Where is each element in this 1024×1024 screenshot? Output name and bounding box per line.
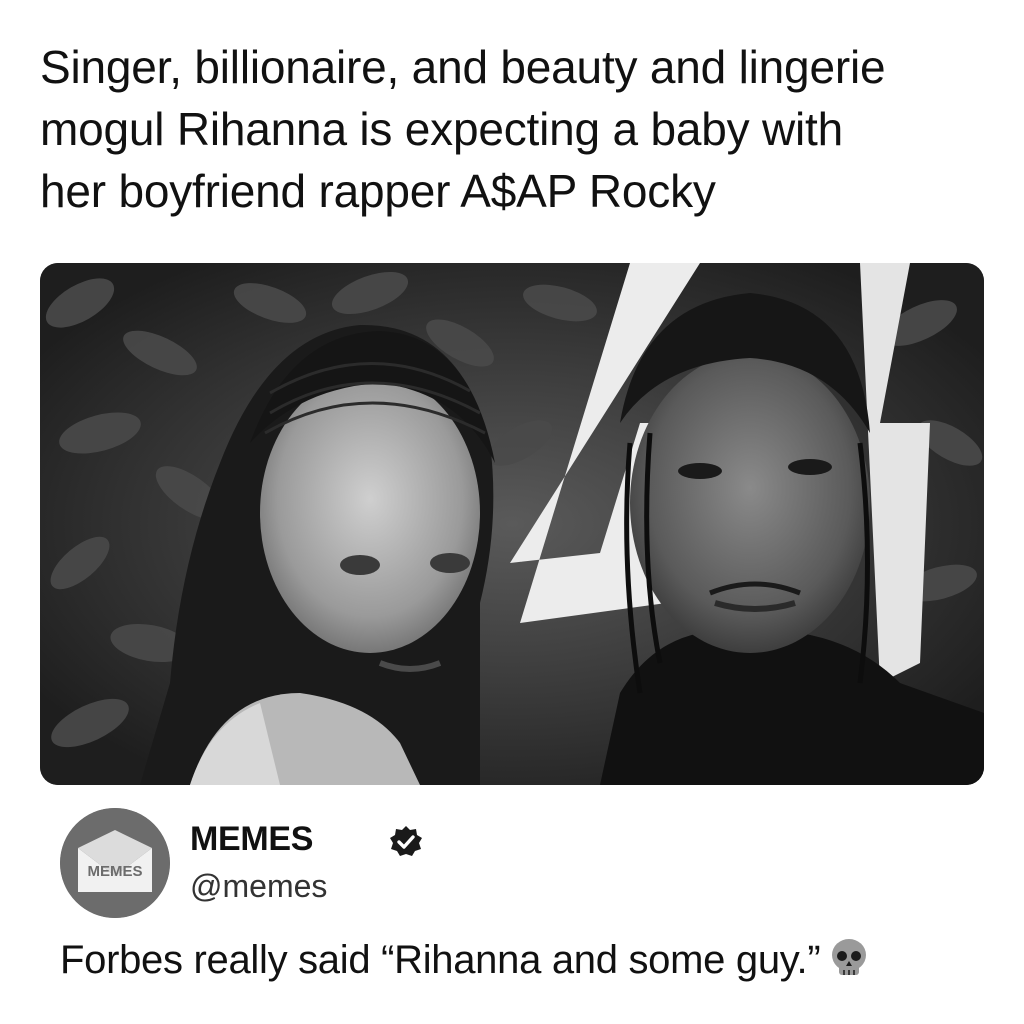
display-name[interactable]: MEMES — [190, 820, 313, 859]
memes-logo-icon: MEMES — [60, 808, 170, 918]
couple-photo — [40, 263, 984, 785]
headline-line-1: Singer, billionaire, and beauty and ling… — [40, 41, 886, 93]
tweet-text: Forbes really said “Rihanna and some guy… — [60, 932, 990, 988]
avatar-label: MEMES — [87, 863, 142, 880]
headline-line-2: mogul Rihanna is expecting a baby with — [40, 103, 843, 155]
headline-line-3: her boyfriend rapper A$AP Rocky — [40, 165, 716, 217]
headline: Singer, billionaire, and beauty and ling… — [40, 36, 1000, 222]
handle[interactable]: @memes — [190, 868, 327, 905]
verified-badge-icon — [390, 826, 422, 856]
tweet-body: Forbes really said “Rihanna and some guy… — [60, 938, 821, 982]
account-row[interactable]: MEMES MEMES @memes — [60, 808, 960, 918]
skull-icon — [832, 939, 867, 975]
avatar[interactable]: MEMES — [60, 808, 170, 918]
photo-card[interactable] — [40, 263, 984, 785]
